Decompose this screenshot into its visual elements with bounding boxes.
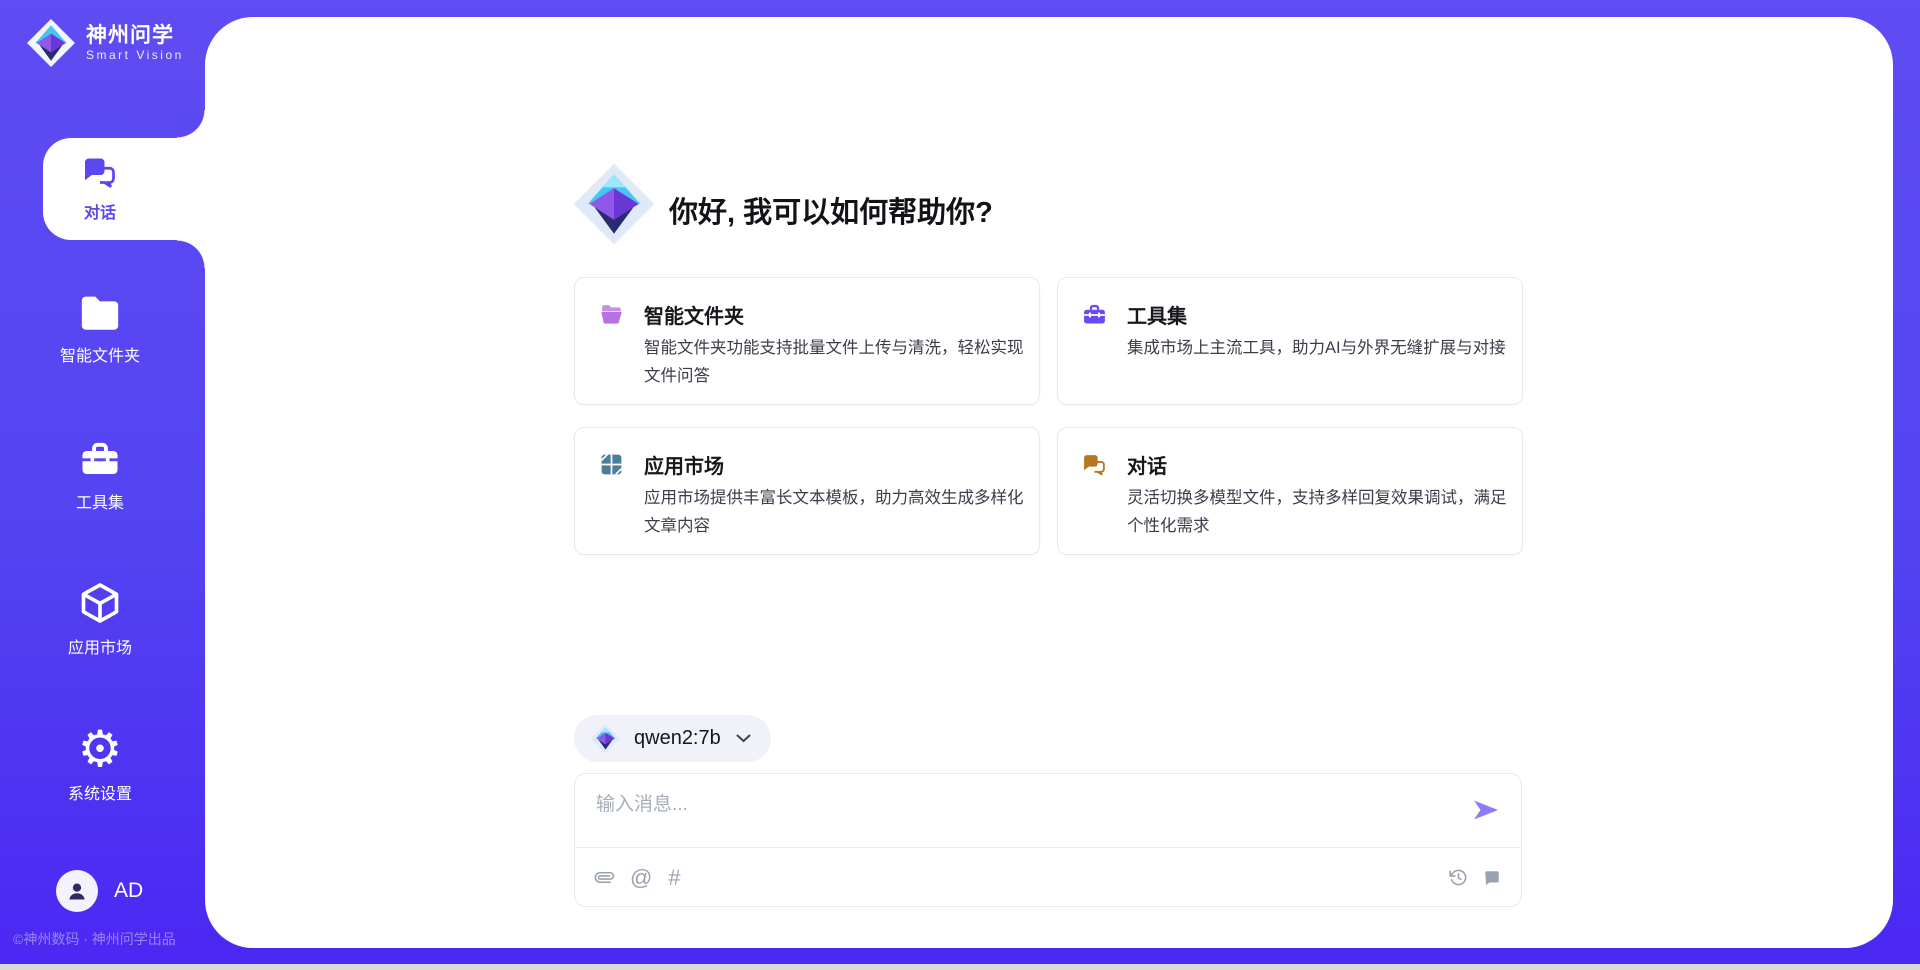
- main-content: 你好, 我可以如何帮助你? 智能文件夹 智能文件夹功能支持批量文件上传与清洗，轻…: [205, 17, 1893, 948]
- paperclip-icon[interactable]: [595, 868, 614, 887]
- card-title: 对话: [1127, 450, 1167, 479]
- gear-icon: ⚙: [78, 727, 123, 771]
- feature-cards: 智能文件夹 智能文件夹功能支持批量文件上传与清洗，轻松实现文件问答 工具集 集成…: [574, 277, 1524, 555]
- sidebar-item-app-market[interactable]: 应用市场: [0, 574, 200, 664]
- user-initials: AD: [114, 879, 143, 903]
- message-composer: @ #: [574, 773, 1522, 907]
- person-avatar-icon: [56, 870, 98, 912]
- message-square-icon[interactable]: [1483, 869, 1501, 887]
- sidebar-item-label: 智能文件夹: [60, 342, 140, 366]
- card-title: 工具集: [1127, 300, 1187, 329]
- user-account[interactable]: AD: [56, 870, 143, 912]
- model-name: qwen2:7b: [634, 727, 721, 750]
- chat-bubbles-icon: [1082, 452, 1107, 477]
- brand-subtitle: Smart Vision: [86, 48, 184, 62]
- message-input[interactable]: [575, 774, 1521, 846]
- card-description: 灵活切换多模型文件，支持多样回复效果调试，满足个性化需求: [1127, 484, 1509, 540]
- toolbox-icon: [1082, 302, 1107, 327]
- sidebar-item-label: 系统设置: [68, 780, 132, 804]
- copyright-text: ©神州数码 · 神州问学出品: [13, 929, 176, 949]
- folder-icon: [78, 293, 122, 333]
- hash-icon[interactable]: #: [668, 867, 680, 889]
- chevron-down-icon: [736, 734, 751, 743]
- sidebar-item-label: 对话: [84, 199, 116, 223]
- model-logo-icon: [590, 723, 621, 754]
- greeting-title: 你好, 我可以如何帮助你?: [669, 189, 993, 231]
- card-description: 智能文件夹功能支持批量文件上传与清洗，轻松实现文件问答: [644, 334, 1026, 390]
- at-sign-icon[interactable]: @: [630, 867, 652, 889]
- send-arrow-icon[interactable]: [1473, 798, 1499, 822]
- history-icon[interactable]: [1449, 868, 1468, 887]
- screen-edge: [0, 964, 1920, 970]
- card-description: 集成市场上主流工具，助力AI与外界无缝扩展与对接: [1127, 334, 1509, 362]
- card-title: 应用市场: [644, 450, 724, 479]
- composer-toolbar: @ #: [575, 848, 1521, 907]
- sidebar-item-smart-folder[interactable]: 智能文件夹: [0, 284, 200, 374]
- sidebar-item-label: 工具集: [76, 489, 124, 513]
- model-selector[interactable]: qwen2:7b: [574, 715, 771, 762]
- market-grid-icon: [599, 452, 624, 477]
- card-description: 应用市场提供丰富长文本模板，助力高效生成多样化文章内容: [644, 484, 1026, 540]
- open-folder-icon: [599, 302, 624, 327]
- toolbox-icon: [78, 438, 122, 480]
- brand-logo-icon: [26, 18, 76, 68]
- card-title: 智能文件夹: [644, 300, 744, 329]
- brand: 神州问学 Smart Vision: [26, 18, 184, 68]
- sidebar-item-label: 应用市场: [68, 634, 132, 658]
- sidebar: 神州问学 Smart Vision 对话 智能文件夹 工: [0, 0, 205, 964]
- sidebar-item-settings[interactable]: ⚙ 系统设置: [0, 720, 200, 810]
- brand-title: 神州问学: [86, 24, 184, 48]
- card-app-market[interactable]: 应用市场 应用市场提供丰富长文本模板，助力高效生成多样化文章内容: [574, 427, 1040, 555]
- card-toolset[interactable]: 工具集 集成市场上主流工具，助力AI与外界无缝扩展与对接: [1057, 277, 1523, 405]
- chat-bubbles-icon: [82, 154, 118, 190]
- card-chat[interactable]: 对话 灵活切换多模型文件，支持多样回复效果调试，满足个性化需求: [1057, 427, 1523, 555]
- greeting-logo-icon: [572, 162, 656, 246]
- cube-icon: [78, 581, 122, 625]
- sidebar-item-chat[interactable]: 对话: [0, 138, 200, 238]
- card-smart-folder[interactable]: 智能文件夹 智能文件夹功能支持批量文件上传与清洗，轻松实现文件问答: [574, 277, 1040, 405]
- sidebar-item-toolset[interactable]: 工具集: [0, 430, 200, 520]
